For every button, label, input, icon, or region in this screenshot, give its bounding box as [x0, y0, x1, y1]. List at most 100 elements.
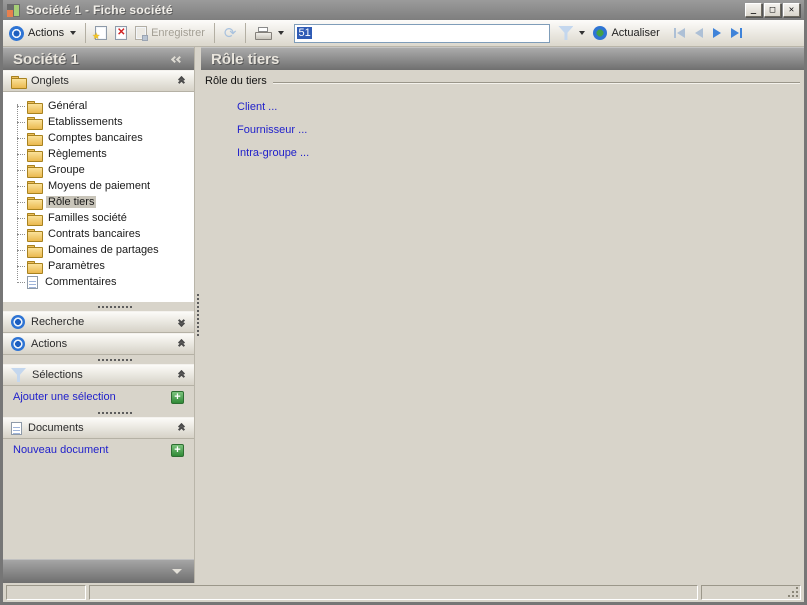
add-selection-link[interactable]: Ajouter une sélection [13, 391, 116, 403]
delete-icon: ✕ [115, 26, 128, 40]
chevron-up-icon [177, 75, 186, 87]
filter-input[interactable]: 51 [294, 23, 551, 43]
tree-item-familles-societe[interactable]: Familles société [11, 210, 194, 226]
panel-header-onglets[interactable]: Onglets [3, 70, 194, 92]
tree-item-general[interactable]: Général [11, 98, 194, 114]
refresh-button-label: Actualiser [611, 27, 660, 39]
minimize-button[interactable]: _ [745, 3, 762, 17]
save-button-label: Enregistrer [151, 27, 205, 39]
delete-record-button[interactable]: ✕ [111, 24, 131, 42]
refresh-data-button[interactable]: ⟳ [220, 24, 241, 43]
title-bar: Société 1 - Fiche société _ □ ✕ [3, 0, 804, 20]
tree-item-commentaires[interactable]: Commentaires [11, 274, 194, 290]
last-record-button[interactable] [730, 28, 742, 38]
search-target-icon [11, 315, 25, 329]
group-box-legend: Rôle du tiers [205, 75, 800, 87]
tree-item-etablissements[interactable]: Etablissements [11, 114, 194, 130]
splitter-handle[interactable] [3, 408, 194, 417]
toolbar-separator [85, 23, 87, 43]
maximize-button[interactable]: □ [764, 3, 781, 17]
panel-header-recherche[interactable]: Recherche [3, 311, 194, 333]
toolbar-separator [245, 23, 247, 43]
panel-label-selections: Sélections [32, 369, 83, 381]
tree-item-comptes-bancaires[interactable]: Comptes bancaires [11, 130, 194, 146]
resize-grip-icon[interactable] [796, 595, 798, 597]
filter-funnel-icon[interactable] [558, 26, 574, 40]
refresh-icon [593, 26, 608, 40]
folder-open-icon [27, 196, 43, 210]
collapse-sidebar-icon[interactable] [170, 55, 184, 63]
save-button[interactable]: Enregistrer [131, 24, 209, 42]
chevron-down-icon [177, 316, 186, 328]
status-panel-left [6, 585, 86, 600]
tree-item-contrats-bancaires[interactable]: Contrats bancaires [11, 226, 194, 242]
main-toolbar: Actions ★ ✕ Enregistrer ⟳ 51 Actualiser [3, 20, 804, 47]
main-header: Rôle tiers [201, 47, 804, 70]
next-record-button[interactable] [712, 28, 721, 38]
folder-icon [27, 100, 43, 114]
refresh-icon: ⟳ [223, 24, 237, 42]
sidebar-filler [3, 461, 194, 559]
sidebar: Société 1 Onglets Général Etablissements… [3, 47, 195, 583]
first-record-button[interactable] [673, 28, 685, 38]
toolbar-separator [213, 23, 215, 43]
document-icon [11, 421, 22, 435]
group-box-label: Rôle du tiers [205, 75, 267, 87]
chevron-up-icon [177, 422, 186, 434]
folder-icon [27, 228, 43, 242]
sidebar-splitter[interactable] [195, 47, 201, 583]
tree-item-groupe[interactable]: Groupe [11, 162, 194, 178]
folder-icon [27, 132, 43, 146]
add-plus-icon[interactable]: + [171, 443, 184, 457]
new-record-button[interactable]: ★ [91, 24, 111, 42]
splitter-handle[interactable] [3, 302, 194, 311]
new-document-row: Nouveau document + [3, 439, 194, 461]
save-icon [135, 26, 149, 41]
splitter-handle[interactable] [3, 355, 194, 364]
folder-icon [27, 116, 43, 130]
print-button[interactable] [251, 25, 288, 42]
actions-menu-button[interactable]: Actions [24, 25, 80, 41]
actions-target-icon [11, 337, 25, 351]
page-title: Rôle tiers [211, 50, 280, 68]
chevron-down-icon [172, 569, 182, 574]
panel-header-selections[interactable]: Sélections [3, 364, 194, 386]
tabs-tree: Général Etablissements Comptes bancaires… [3, 92, 194, 302]
tree-item-role-tiers[interactable]: Rôle tiers [11, 194, 194, 210]
panel-header-documents[interactable]: Documents [3, 417, 194, 439]
refresh-button[interactable]: Actualiser [611, 25, 663, 41]
tree-item-reglements[interactable]: Règlements [11, 146, 194, 162]
chevron-down-icon [278, 31, 285, 35]
tree-item-moyens-de-paiement[interactable]: Moyens de paiement [11, 178, 194, 194]
panel-label-actions: Actions [31, 338, 68, 350]
window-title: Société 1 - Fiche société [26, 3, 173, 17]
add-selection-row: Ajouter une sélection + [3, 386, 194, 408]
chevron-down-icon [70, 31, 77, 35]
group-box-line [272, 82, 800, 84]
intra-groupe-link[interactable]: Intra-groupe ... [237, 147, 800, 159]
client-link[interactable]: Client ... [237, 101, 800, 113]
status-panel-middle [89, 585, 698, 600]
folder-icon [27, 148, 43, 162]
filter-funnel-icon [11, 368, 26, 382]
previous-record-button[interactable] [694, 28, 703, 38]
tree-item-domaines-de-partages[interactable]: Domaines de partages [11, 242, 194, 258]
status-bar [3, 583, 804, 602]
folder-icon [27, 260, 43, 274]
tree-item-parametres[interactable]: Paramètres [11, 258, 194, 274]
folder-icon [27, 212, 43, 226]
chevron-up-icon [177, 338, 186, 350]
status-panel-right [701, 585, 801, 600]
new-document-icon: ★ [92, 26, 108, 41]
main-content: Rôle du tiers Client ... Fournisseur ...… [201, 70, 804, 583]
app-window: Société 1 - Fiche société _ □ ✕ Actions … [0, 0, 807, 605]
new-document-link[interactable]: Nouveau document [13, 444, 108, 456]
add-plus-icon[interactable]: + [171, 390, 184, 404]
panel-header-actions[interactable]: Actions [3, 333, 194, 355]
main-pane: Rôle tiers Rôle du tiers Client ... Four… [201, 47, 804, 583]
fournisseur-link[interactable]: Fournisseur ... [237, 124, 800, 136]
note-icon [27, 275, 38, 289]
filter-dropdown-icon[interactable] [579, 31, 586, 35]
close-button[interactable]: ✕ [783, 3, 800, 17]
sidebar-bottom-bar[interactable] [3, 559, 194, 583]
